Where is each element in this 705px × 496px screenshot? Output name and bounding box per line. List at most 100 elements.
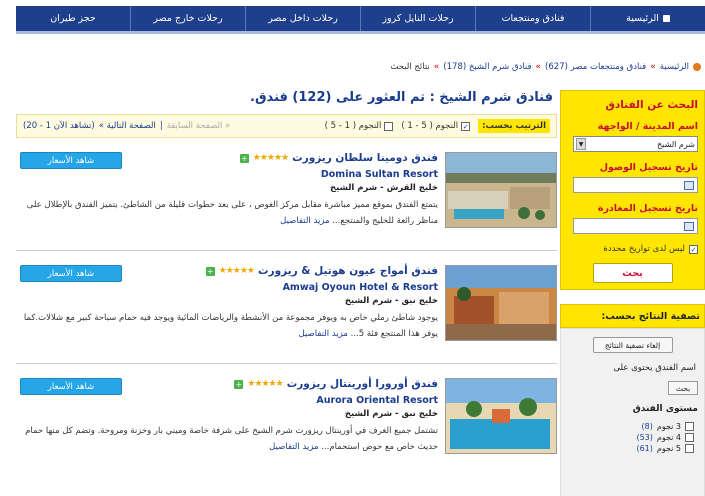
plus-icon[interactable]: + bbox=[239, 153, 249, 163]
name-filter-go-button[interactable]: بحث bbox=[668, 381, 698, 395]
pager-next[interactable]: الصفحة التالية » bbox=[99, 121, 156, 131]
plus-icon[interactable]: + bbox=[205, 266, 215, 276]
hotel-description: يوجود شاطئ رملي خاص به ويوفر مجموعة من ا… bbox=[18, 310, 438, 342]
breadcrumb-separator: » bbox=[433, 62, 440, 72]
more-details-link[interactable]: مزيد التفاصيل bbox=[299, 329, 348, 339]
hotel-description-text: تشتمل جميع الغرف في أورينتال ريزورت شرم … bbox=[25, 426, 438, 452]
hotel-name-en[interactable]: Domina Sultan Resort bbox=[148, 169, 438, 180]
breadcrumb-sharm-hotels[interactable]: فنادق شرم الشيخ (178) bbox=[443, 62, 531, 72]
city-select-value: شرم الشيخ bbox=[657, 139, 695, 149]
nav-flights[interactable]: حجز طيران bbox=[16, 6, 130, 31]
nav-international-trips[interactable]: رحلات خارج مصر bbox=[130, 6, 245, 31]
more-details-link[interactable]: مزيد التفاصيل bbox=[269, 442, 318, 452]
hotel-name-en[interactable]: Amwaj Oyoun Hotel & Resort bbox=[148, 282, 438, 293]
nav-flights-label: حجز طيران bbox=[50, 13, 96, 24]
hotel-info: فندق أورورا أورينتال ريزورت ★★★★★ + Auro… bbox=[25, 378, 438, 455]
level-count: (8) bbox=[641, 422, 653, 431]
no-dates-checkbox[interactable]: ✓ bbox=[689, 244, 698, 254]
hotel-listing: فندق أورورا أورينتال ريزورت ★★★★★ + Auro… bbox=[16, 374, 557, 477]
hotel-info: فندق دومينا سلطان ريزورت ★★★★★ + Domina … bbox=[27, 152, 438, 229]
hotel-search-panel: البحث عن الفنادق اسم المدينة / الواجهة ش… bbox=[560, 90, 705, 290]
hotel-name-en[interactable]: Aurora Oriental Resort bbox=[148, 395, 438, 406]
hotel-name-ar[interactable]: فندق دومينا سلطان ريزورت bbox=[292, 152, 438, 164]
reset-filter-button[interactable]: إلغاء تصفية النتائج bbox=[592, 337, 673, 353]
hotel-title-row: فندق دومينا سلطان ريزورت ★★★★★ + bbox=[148, 152, 438, 164]
hotel-description-text: يوجود شاطئ رملي خاص به ويوفر مجموعة من ا… bbox=[23, 313, 438, 339]
nav-nile-cruise[interactable]: رحلات النايل كروز bbox=[360, 6, 475, 31]
hotel-location: خليج نبق - شرم الشيخ bbox=[344, 296, 438, 306]
sort-bar: الترتيب بحسب: ✓ النجوم ( 5 - 1 ) النجوم … bbox=[16, 114, 557, 138]
hotel-photo[interactable] bbox=[445, 378, 557, 454]
sort-desc-label: النجوم ( 5 - 1 ) bbox=[401, 121, 459, 131]
filter-panel: إلغاء تصفية النتائج اسم الفندق يحتوى على… bbox=[560, 328, 705, 496]
level-option[interactable]: 5 نجوم (61) bbox=[567, 444, 698, 453]
breadcrumb-egypt-hotels[interactable]: فنادق ومنتجعات مصر (627) bbox=[545, 62, 646, 72]
level-count: (53) bbox=[636, 433, 653, 442]
top-nav: الرئيسية فنادق ومنتجعات رحلات النايل كرو… bbox=[16, 6, 705, 34]
home-icon bbox=[662, 15, 670, 22]
hotel-photo-image bbox=[446, 266, 556, 340]
breadcrumb: الرئيسية » فنادق ومنتجعات مصر (627) » فن… bbox=[390, 62, 701, 72]
view-prices-button[interactable]: شاهد الأسعار bbox=[20, 265, 122, 282]
nav-hotels-label: فنادق ومنتجعات bbox=[501, 13, 565, 24]
nav-domestic-trips-label: رحلات داخل مصر bbox=[268, 13, 338, 24]
sort-option-asc[interactable]: النجوم ( 1 - 5 ) bbox=[325, 121, 394, 131]
no-dates-option: ✓ ليس لدى تواريخ محددة bbox=[567, 244, 698, 254]
hotel-title-row: فندق أمواج عيون هوتيل & ريزورت ★★★★★ + bbox=[148, 265, 438, 277]
breadcrumb-home[interactable]: الرئيسية bbox=[660, 62, 689, 72]
star-rating: ★★★★★ bbox=[218, 266, 255, 276]
hotel-info: فندق أمواج عيون هوتيل & ريزورت ★★★★★ + A… bbox=[24, 265, 438, 342]
level-label: 5 نجوم bbox=[656, 444, 681, 453]
hotel-description-text: يتمتع الفندق بموقع مميز مباشرة مقابل مرك… bbox=[26, 200, 438, 226]
results-main: فنادق شرم الشيخ : تم العثور على (122) فن… bbox=[16, 90, 557, 477]
sort-asc-checkbox[interactable] bbox=[384, 121, 394, 131]
sort-label: الترتيب بحسب: bbox=[478, 119, 550, 133]
sort-desc-checkbox[interactable]: ✓ bbox=[461, 121, 471, 131]
hotel-description: يتمتع الفندق بموقع مميز مباشرة مقابل مرك… bbox=[18, 197, 438, 229]
level-option[interactable]: 3 نجوم (8) bbox=[567, 422, 698, 431]
hotel-name-ar[interactable]: فندق أمواج عيون هوتيل & ريزورت bbox=[258, 265, 438, 277]
hotel-photo[interactable] bbox=[445, 265, 557, 341]
calendar-icon[interactable] bbox=[684, 221, 694, 231]
star-rating: ★★★★★ bbox=[247, 379, 283, 389]
view-prices-button[interactable]: شاهد الأسعار bbox=[20, 378, 122, 395]
filter-title: تصفية النتائج بحسب: bbox=[560, 304, 705, 328]
level-checkbox[interactable] bbox=[685, 444, 694, 453]
chevron-down-icon: ▼ bbox=[576, 138, 586, 150]
sidebar: البحث عن الفنادق اسم المدينة / الواجهة ش… bbox=[560, 90, 705, 496]
no-dates-label: ليس لدى تواريخ محددة bbox=[603, 244, 685, 254]
hotel-level-title: مستوى الفندق bbox=[632, 404, 698, 414]
level-label: 4 نجوم bbox=[656, 433, 681, 442]
calendar-icon[interactable] bbox=[684, 180, 694, 190]
level-option[interactable]: 4 نجوم (53) bbox=[567, 433, 698, 442]
nav-home[interactable]: الرئيسية bbox=[590, 6, 705, 31]
checkout-date-field[interactable] bbox=[573, 218, 698, 234]
hotel-title-row: فندق أورورا أورينتال ريزورت ★★★★★ + bbox=[148, 378, 438, 390]
pager-prev: « الصفحة السابقة bbox=[166, 121, 231, 131]
hotel-listing: فندق أمواج عيون هوتيل & ريزورت ★★★★★ + A… bbox=[16, 261, 557, 364]
hotel-photo[interactable] bbox=[445, 152, 557, 228]
nav-home-label: الرئيسية bbox=[626, 13, 659, 24]
checkout-label: تاريخ تسجيل المغادرة bbox=[597, 203, 698, 214]
hotel-location: خليج القرش - شرم الشيخ bbox=[329, 183, 438, 193]
nav-domestic-trips[interactable]: رحلات داخل مصر bbox=[245, 6, 360, 31]
city-select[interactable]: شرم الشيخ ▼ bbox=[573, 136, 698, 152]
search-button[interactable]: بحث bbox=[592, 263, 673, 283]
pager-separator: | bbox=[159, 121, 163, 131]
hotel-description: تشتمل جميع الغرف في أورينتال ريزورت شرم … bbox=[18, 423, 438, 455]
sort-option-desc[interactable]: ✓ النجوم ( 5 - 1 ) bbox=[401, 121, 471, 131]
nav-hotels[interactable]: فنادق ومنتجعات bbox=[475, 6, 590, 31]
hotel-name-ar[interactable]: فندق أورورا أورينتال ريزورت bbox=[287, 378, 438, 390]
view-prices-button[interactable]: شاهد الأسعار bbox=[20, 152, 122, 169]
sort-asc-label: النجوم ( 1 - 5 ) bbox=[324, 121, 382, 131]
city-label: اسم المدينة / الواجهة bbox=[597, 121, 698, 132]
plus-icon[interactable]: + bbox=[234, 379, 244, 389]
level-label: 3 نجوم bbox=[656, 422, 681, 431]
level-checkbox[interactable] bbox=[685, 422, 694, 431]
name-contains-label: اسم الفندق يحتوى على bbox=[613, 363, 696, 373]
checkin-date-field[interactable] bbox=[573, 177, 698, 193]
hotel-photo-image bbox=[446, 379, 556, 453]
level-checkbox[interactable] bbox=[685, 433, 694, 442]
star-rating: ★★★★★ bbox=[252, 153, 289, 163]
more-details-link[interactable]: مزيد التفاصيل bbox=[280, 216, 329, 226]
